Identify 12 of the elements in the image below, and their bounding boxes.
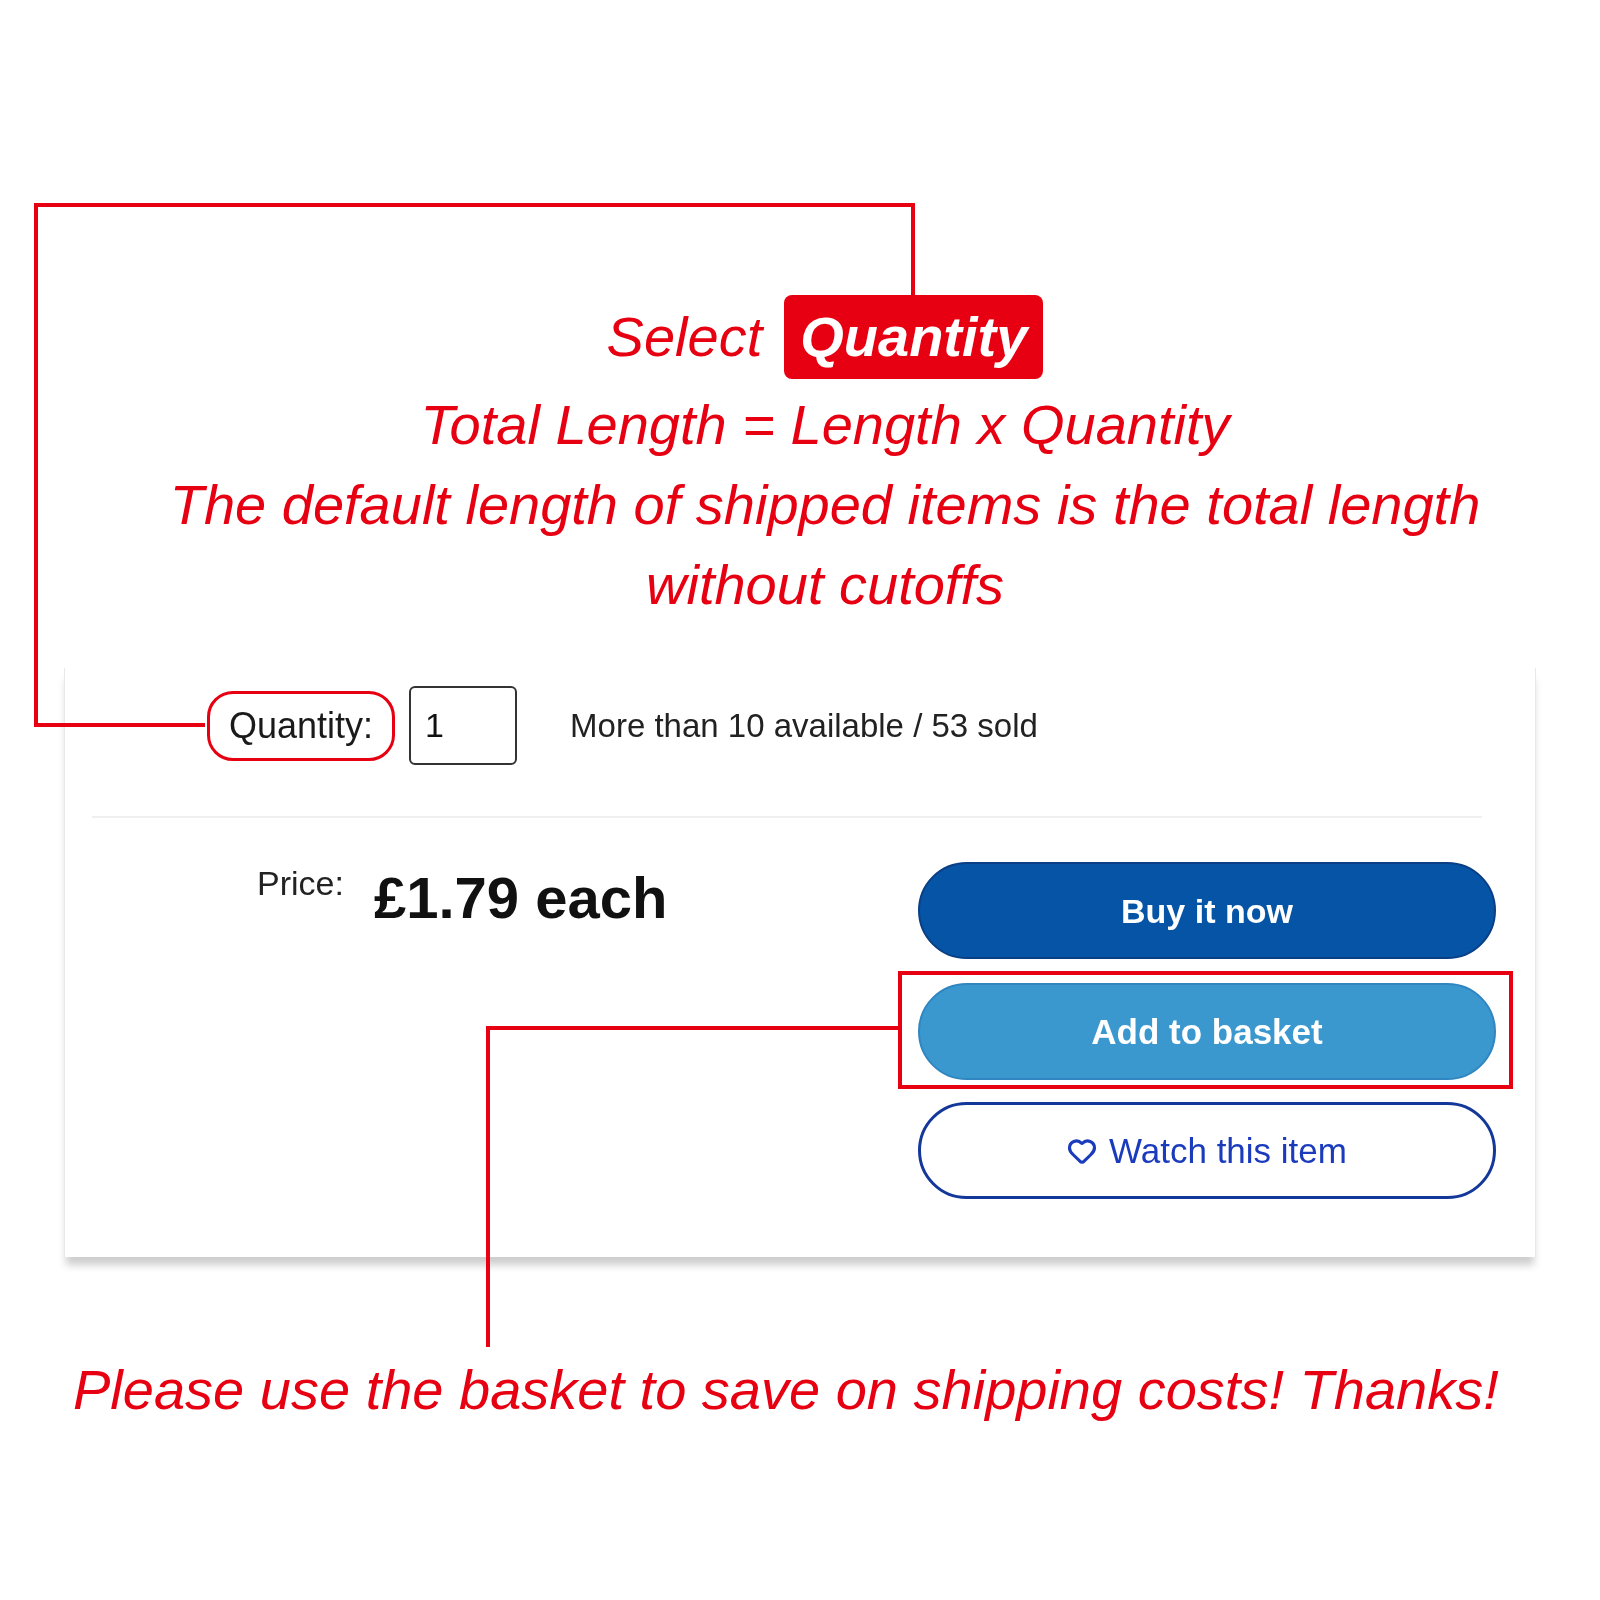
buy-button[interactable]: Buy it now [918, 862, 1496, 959]
price-amount: £1.79 each [373, 869, 668, 927]
footer-note: Please use the basket to save on shipping costs! Thanks! [73, 1357, 1499, 1423]
annotation-note: The default length of shipped items is the total length without cutoffs [168, 472, 1482, 618]
annotation-title: Select [606, 309, 763, 365]
availability-text: More than 10 available / 53 sold [570, 709, 1038, 742]
price-label: Price: [257, 866, 344, 900]
quantity-label: Quantity: [229, 707, 374, 744]
quantity-input[interactable]: 1 [409, 686, 518, 765]
watch-button[interactable]: Watch this item [918, 1102, 1496, 1199]
formula-text: Total Length = Length x Quantity [420, 392, 1230, 458]
quantity-badge: Quantity [784, 295, 1044, 379]
